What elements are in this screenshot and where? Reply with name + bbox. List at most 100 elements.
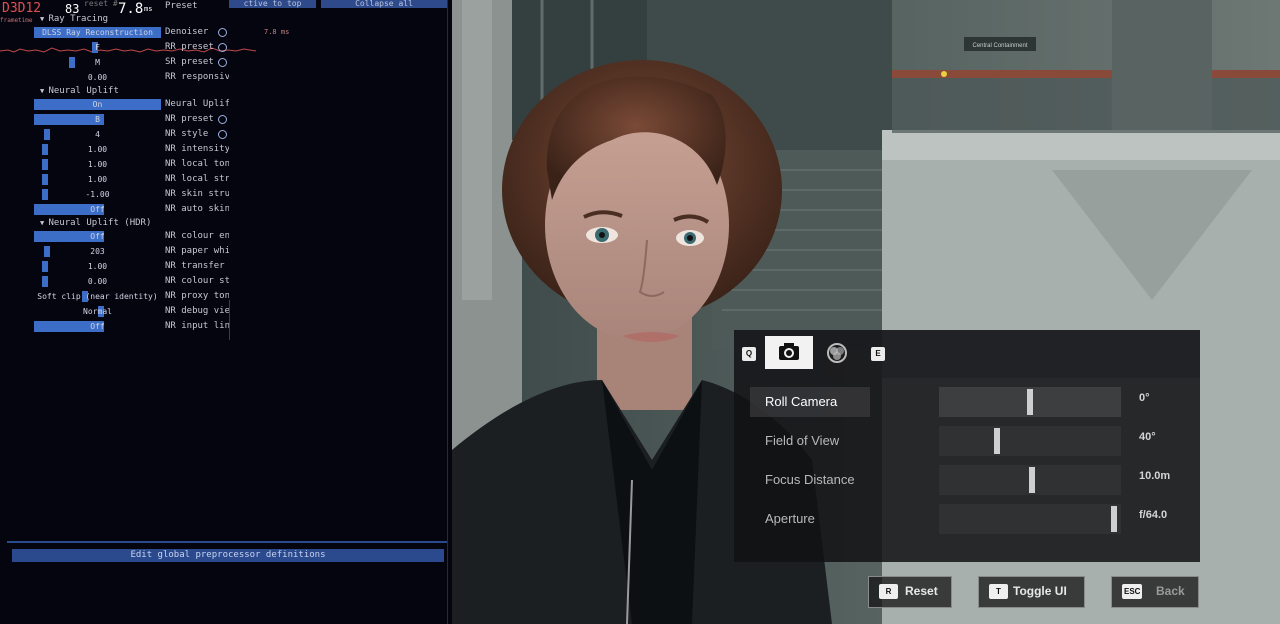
debug-row[interactable]: Off NR input lin	[34, 321, 234, 333]
debug-row[interactable]: F RR preset	[34, 42, 234, 54]
filter-icon	[827, 343, 847, 363]
debug-slider[interactable]: DLSS Ray Reconstruction	[34, 27, 161, 38]
reset-icon[interactable]	[218, 115, 227, 124]
debug-row[interactable]: 1.00 NR local ton	[34, 159, 234, 171]
debug-value: 1.00	[87, 175, 108, 184]
slider-label: Roll Camera	[765, 394, 838, 409]
back-label: Back	[1156, 584, 1185, 598]
debug-value: 4	[95, 130, 100, 139]
api-label: D3D12	[2, 1, 42, 16]
next-tab-key[interactable]: E	[871, 347, 885, 361]
debug-value: Off	[90, 205, 105, 214]
debug-row[interactable]: 203 NR paper whi	[34, 246, 234, 258]
debug-value: M	[95, 58, 100, 67]
debug-label: NR proxy ton	[165, 291, 229, 301]
slider-aperture[interactable]: Aperture f/64.0	[750, 504, 1190, 534]
debug-slider[interactable]: 4	[34, 129, 161, 140]
debug-slider[interactable]: -1.00	[34, 189, 161, 200]
debug-slider[interactable]: 1.00	[34, 159, 161, 170]
debug-row[interactable]: Normal NR debug vie	[34, 306, 234, 318]
debug-slider[interactable]: F	[34, 42, 161, 53]
debug-value: 1.00	[87, 160, 108, 169]
collapse-all-button[interactable]: Collapse all	[321, 0, 447, 8]
frametime-label: frametime	[0, 17, 33, 24]
debug-slider[interactable]: Off	[34, 231, 161, 242]
debug-slider[interactable]: Soft clip (near identity)	[34, 291, 161, 302]
toggle-ui-label: Toggle UI	[1013, 584, 1067, 598]
debug-value: Soft clip (near identity)	[37, 292, 158, 301]
debug-row[interactable]: -1.00 NR skin stru	[34, 189, 234, 201]
debug-value: 0.00	[87, 73, 108, 82]
slider-track[interactable]	[939, 465, 1121, 495]
debug-row[interactable]: 0.00 RR responsiv	[34, 72, 234, 84]
debug-row[interactable]: Off NR colour en	[34, 231, 234, 243]
debug-value: -1.00	[85, 190, 110, 199]
reset-icon[interactable]	[218, 130, 227, 139]
reset-icon[interactable]	[218, 43, 227, 52]
section-neural-uplift-hdr[interactable]: Neural Uplift (HDR)	[40, 218, 151, 228]
slider-label: Field of View	[765, 433, 840, 448]
debug-row[interactable]: 0.00 NR colour st	[34, 276, 234, 288]
tab-filters[interactable]	[826, 342, 848, 364]
reset-icon[interactable]	[218, 58, 227, 67]
slider-handle[interactable]	[1111, 506, 1117, 532]
slider-value: 10.0m	[1139, 470, 1171, 482]
slider-handle[interactable]	[994, 428, 1000, 454]
frame-time-small: 7.8 ms	[264, 28, 290, 36]
debug-row[interactable]: B NR preset	[34, 114, 234, 126]
edit-preprocessor-button[interactable]: Edit global preprocessor definitions	[12, 549, 444, 562]
debug-slider[interactable]: Off	[34, 204, 161, 215]
slider-track[interactable]	[939, 504, 1121, 534]
debug-slider[interactable]: 1.00	[34, 174, 161, 185]
debug-slider[interactable]: 0.00	[34, 276, 161, 287]
debug-row[interactable]: 4 NR style	[34, 129, 234, 141]
reset-button[interactable]: R Reset	[868, 576, 952, 608]
scrollbar[interactable]	[229, 300, 230, 340]
debug-label: Neural Uplif	[165, 99, 229, 109]
slider-roll-camera[interactable]: Roll Camera 0°	[750, 387, 1190, 417]
debug-row[interactable]: Soft clip (near identity) NR proxy ton	[34, 291, 234, 303]
debug-row[interactable]: DLSS Ray Reconstruction Denoiser	[34, 27, 234, 39]
debug-value: 1.00	[87, 145, 108, 154]
debug-slider[interactable]: 1.00	[34, 144, 161, 155]
debug-slider[interactable]: 203	[34, 246, 161, 257]
debug-value: Off	[90, 232, 105, 241]
debug-slider[interactable]: M	[34, 57, 161, 68]
back-button[interactable]: ESC Back	[1111, 576, 1199, 608]
section-ray-tracing[interactable]: Ray Tracing	[40, 14, 108, 24]
slider-handle[interactable]	[1029, 467, 1035, 493]
debug-value: DLSS Ray Reconstruction	[42, 28, 153, 37]
debug-label: NR auto skin	[165, 204, 229, 214]
tab-camera[interactable]	[765, 336, 813, 369]
debug-slider[interactable]: 0.00	[34, 72, 161, 83]
debug-label: NR colour st	[165, 276, 229, 286]
reset-icon[interactable]	[218, 28, 227, 37]
slider-field-of-view[interactable]: Field of View 40°	[750, 426, 1190, 456]
slider-track[interactable]	[939, 426, 1121, 456]
slider-track[interactable]	[939, 387, 1121, 417]
debug-slider[interactable]: Normal	[34, 306, 161, 317]
slider-focus-distance[interactable]: Focus Distance 10.0m	[750, 465, 1190, 495]
section-neural-uplift[interactable]: Neural Uplift	[40, 86, 118, 96]
slider-label: Focus Distance	[765, 472, 855, 487]
reset-key: R	[879, 584, 898, 599]
wall-sign: Central Containment	[972, 43, 1027, 49]
debug-label: NR skin stru	[165, 189, 229, 199]
debug-slider[interactable]: 1.00	[34, 261, 161, 272]
prev-tab-key[interactable]: Q	[742, 347, 756, 361]
debug-row[interactable]: 1.00 NR intensity	[34, 144, 234, 156]
debug-row[interactable]: M SR preset	[34, 57, 234, 69]
slider-handle[interactable]	[1027, 389, 1033, 415]
debug-row[interactable]: 1.00 NR transfer	[34, 261, 234, 273]
debug-value: 0.00	[87, 277, 108, 286]
debug-row[interactable]: Off NR auto skin	[34, 204, 234, 216]
debug-row[interactable]: On Neural Uplif	[34, 99, 234, 111]
debug-row[interactable]: 1.00 NR local str	[34, 174, 234, 186]
toggle-ui-button[interactable]: T Toggle UI	[978, 576, 1085, 608]
scroll-to-top-button[interactable]: ctive to top	[229, 0, 316, 8]
debug-slider[interactable]: Off	[34, 321, 161, 332]
debug-label: NR paper whi	[165, 246, 229, 256]
debug-slider[interactable]: B	[34, 114, 161, 125]
debug-label: NR debug vie	[165, 306, 229, 316]
debug-slider[interactable]: On	[34, 99, 161, 110]
